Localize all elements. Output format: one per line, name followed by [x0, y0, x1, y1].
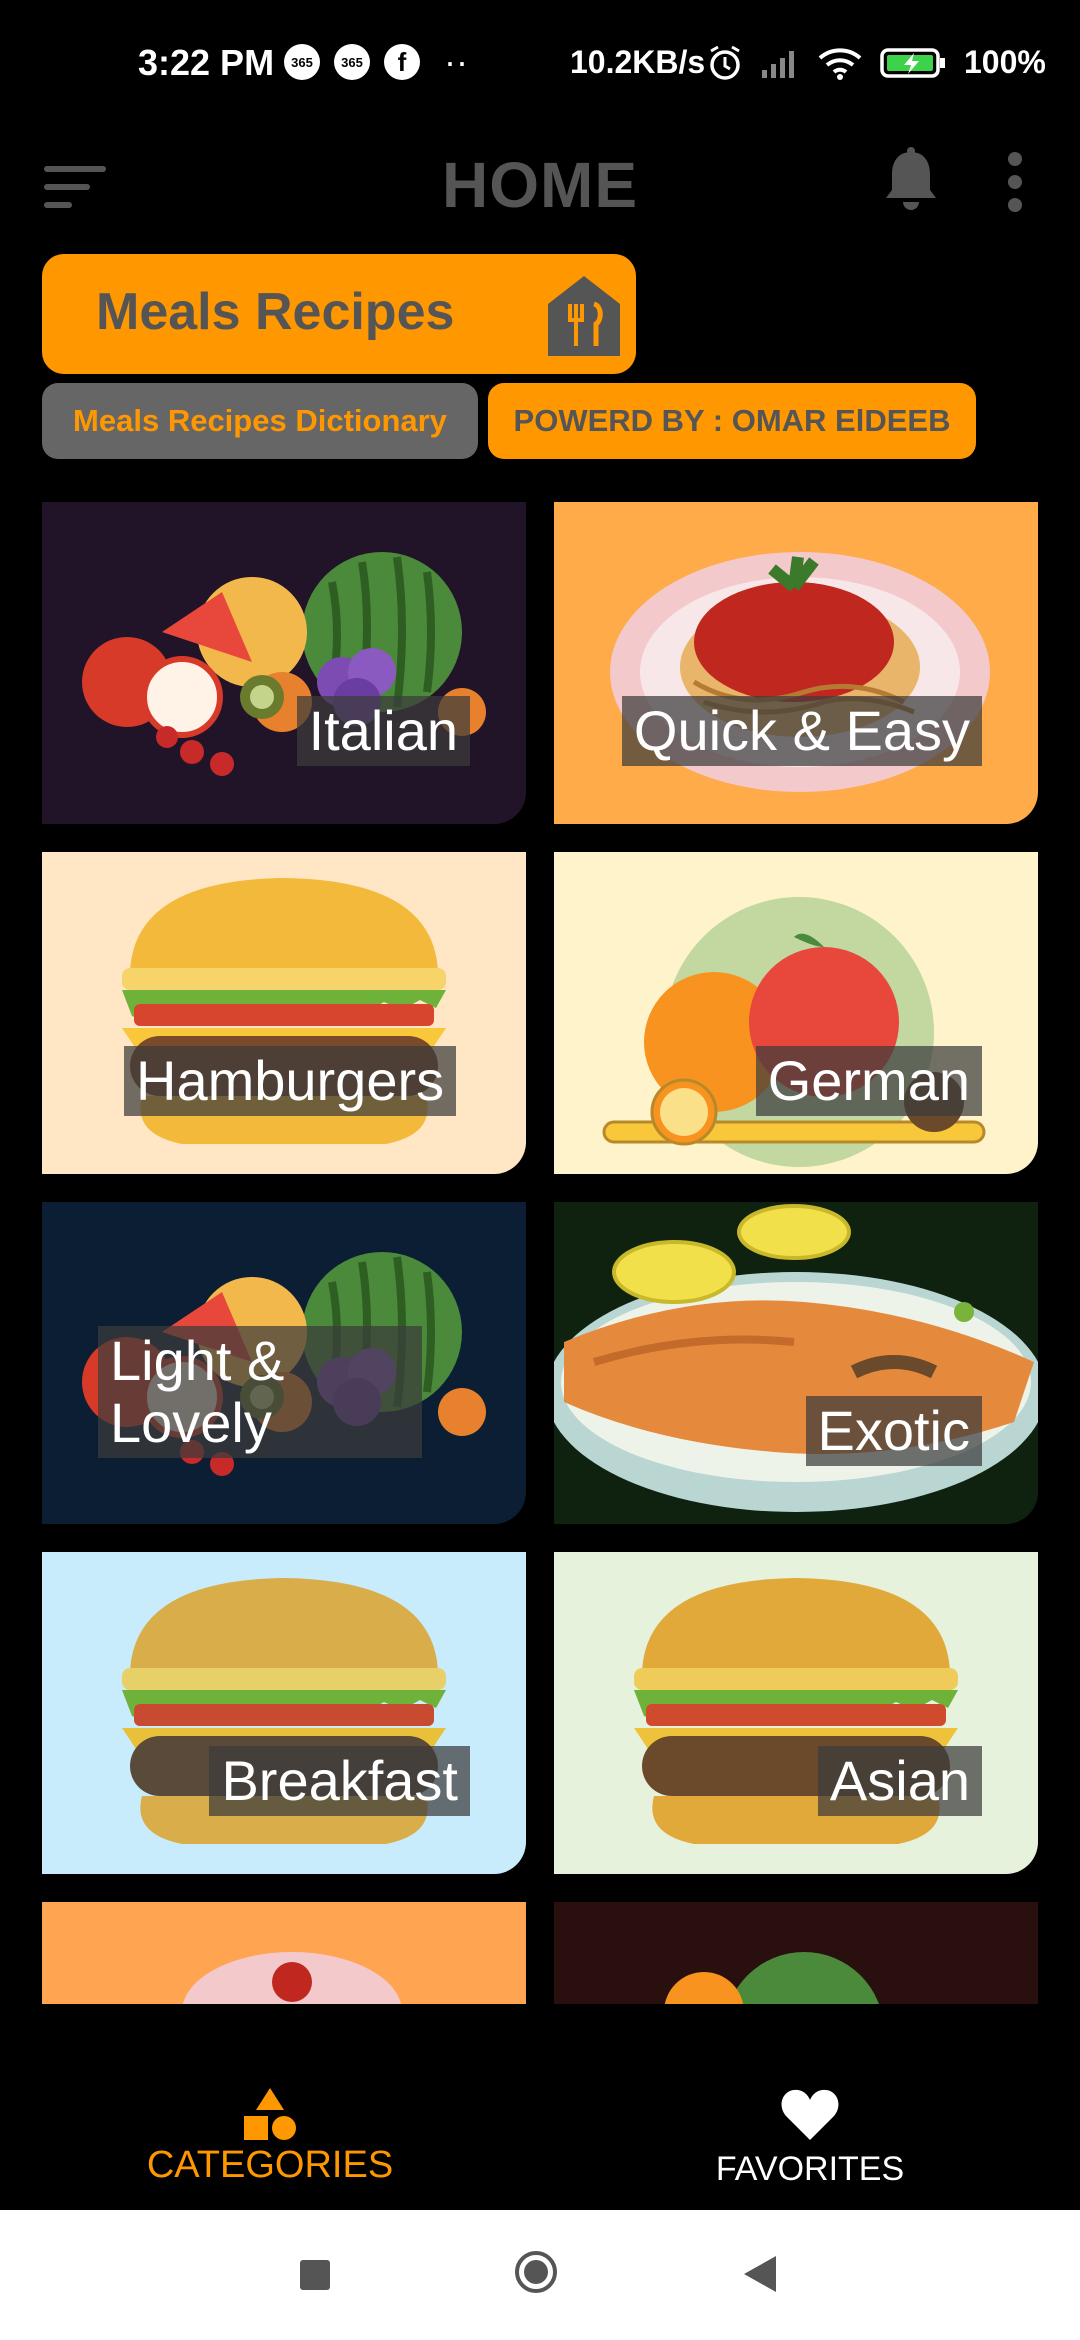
recents-icon[interactable] — [300, 2260, 330, 2290]
home-icon[interactable] — [514, 2250, 558, 2294]
salmon-illustration — [554, 1204, 1038, 1512]
burger-illustration — [122, 1578, 446, 1844]
category-label: Breakfast — [209, 1746, 470, 1816]
category-label: Quick & Easy — [621, 696, 982, 766]
nav-tab-favorites[interactable]: FAVORITES — [540, 2004, 1080, 2210]
spaghetti-illustration — [610, 552, 990, 792]
fruits-illustration — [664, 1952, 879, 2004]
category-label: Italian — [296, 696, 470, 766]
burger-illustration — [634, 1578, 958, 1844]
fruits-illustration — [82, 552, 486, 776]
category-card-light-lovely[interactable]: Light & Lovely — [42, 1202, 526, 1524]
category-label: Light & Lovely — [98, 1326, 422, 1458]
orange-apple-illustration — [602, 897, 986, 1167]
category-label: Asian — [817, 1746, 982, 1816]
category-label: Exotic — [805, 1396, 982, 1466]
category-card-italian[interactable]: Italian — [42, 502, 526, 824]
category-card-asian[interactable]: Asian — [554, 1552, 1038, 1874]
category-shapes-icon — [244, 2088, 296, 2140]
category-card-breakfast[interactable]: Breakfast — [42, 1552, 526, 1874]
nav-tab-categories[interactable]: CATEGORIES — [0, 2004, 540, 2210]
spaghetti-illustration — [183, 1952, 401, 2004]
category-card-exotic[interactable]: Exotic — [554, 1202, 1038, 1524]
bottom-navigation: CATEGORIES FAVORITES — [0, 2004, 1080, 2210]
nav-label-categories: CATEGORIES — [146, 2144, 394, 2186]
category-card-quick-easy[interactable]: Quick & Easy — [554, 502, 1038, 824]
category-card-partial-left[interactable] — [42, 1902, 526, 2004]
back-icon[interactable] — [740, 2252, 780, 2296]
category-card-german[interactable]: German — [554, 852, 1038, 1174]
nav-label-favorites: FAVORITES — [715, 2150, 905, 2188]
category-label: Hamburgers — [124, 1046, 457, 1116]
category-grid: Italian Quick & Easy Hamburgers German L… — [0, 0, 1080, 2004]
system-navigation-bar — [0, 2210, 1080, 2340]
heart-icon — [781, 2089, 839, 2140]
burger-illustration — [122, 878, 446, 1144]
category-card-partial-right[interactable] — [554, 1902, 1038, 2004]
category-label: German — [755, 1046, 982, 1116]
category-card-hamburgers[interactable]: Hamburgers — [42, 852, 526, 1174]
